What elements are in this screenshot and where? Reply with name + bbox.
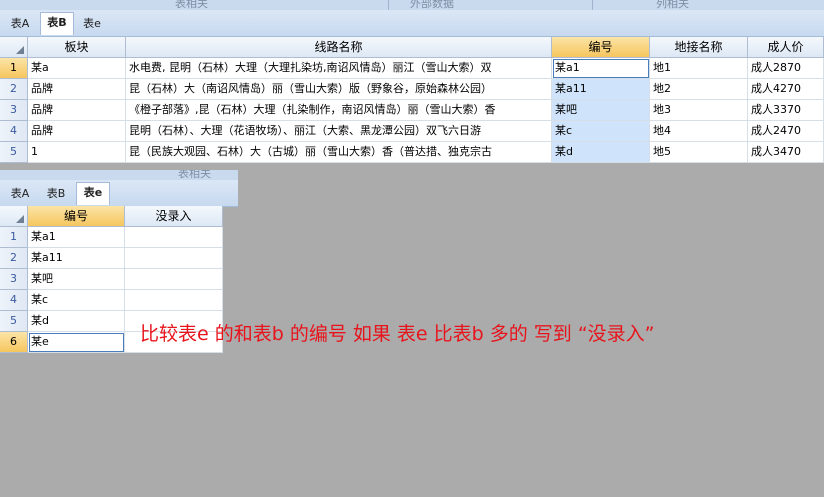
column-header-agency[interactable]: 地接名称 [650,37,748,58]
lower-ribbon-strip: 表相关 [0,170,238,180]
row-header[interactable]: 6 [0,332,28,353]
grid-cell[interactable]: 水电费, 昆明（石林）大理（大理扎染坊,南诏风情岛）丽江（雪山大索）双 [126,58,552,79]
grid-cell[interactable]: 品牌 [28,121,126,142]
grid-cell[interactable]: 某d [28,311,125,332]
grid-cell[interactable]: 成人3470 [748,142,824,163]
grid-cell[interactable]: 地4 [650,121,748,142]
column-header-code[interactable]: 编号 [28,206,125,227]
grid-cell[interactable]: 地2 [650,79,748,100]
grid-cell[interactable]: 某a1 [28,227,125,248]
grid-cell[interactable]: 某c [28,290,125,311]
lower-sheet-tabbar: 表A 表B 表e [0,180,238,207]
ribbon-separator [388,0,389,10]
grid-cell[interactable]: 昆明（石林）、大理（花语牧场）、丽江（大索、黑龙潭公园）双飞六日游 [126,121,552,142]
select-all-corner[interactable] [0,206,28,227]
grid-cell[interactable]: 《橙子部落》,昆（石林）大理（扎染制作，南诏风情岛）丽（雪山大索）香 [126,100,552,121]
tab-table-a[interactable]: 表A [4,14,36,34]
column-header-code[interactable]: 编号 [552,37,650,58]
grid-cell[interactable]: 成人3370 [748,100,824,121]
column-header-block[interactable]: 板块 [28,37,126,58]
column-header-route[interactable]: 线路名称 [126,37,552,58]
grid-cell[interactable]: 品牌 [28,79,126,100]
row-header[interactable]: 5 [0,142,28,163]
active-grid-cell[interactable]: 某e [28,332,125,353]
upper-sheet-tabbar: 表A 表B 表e [0,10,824,37]
ribbon-group-columns: 列相关 [656,0,689,10]
row-header[interactable]: 2 [0,79,28,100]
row-header[interactable]: 1 [0,58,28,79]
grid-cell[interactable] [125,269,223,290]
row-header[interactable]: 5 [0,311,28,332]
grid-cell[interactable]: 某吧 [28,269,125,290]
row-header[interactable]: 4 [0,290,28,311]
grid-cell[interactable]: 某c [552,121,650,142]
grid-cell[interactable]: 某d [552,142,650,163]
row-header[interactable]: 1 [0,227,28,248]
grid-cell[interactable]: 成人2870 [748,58,824,79]
active-grid-cell[interactable]: 某a1 [552,58,650,79]
grid-cell[interactable]: 某a11 [28,248,125,269]
ribbon-group-table: 表相关 [178,170,211,180]
grid-cell[interactable]: 地1 [650,58,748,79]
row-header[interactable]: 3 [0,100,28,121]
tab-table-b[interactable]: 表B [40,184,72,204]
grid-cell[interactable]: 某a11 [552,79,650,100]
grid-cell[interactable]: 成人2470 [748,121,824,142]
row-header[interactable]: 4 [0,121,28,142]
tab-table-e[interactable]: 表e [76,182,110,205]
grid-cell[interactable]: 地5 [650,142,748,163]
select-all-corner[interactable] [0,37,28,58]
grid-cell[interactable]: 昆（石林）大（南诏风情岛）丽（雪山大索）版（野象谷，原始森林公园） [126,79,552,100]
grid-cell[interactable]: 昆（民族大观园、石林）大（古城）丽（雪山大索）香（普达措、独克宗古 [126,142,552,163]
ribbon-group-table: 表相关 [175,0,208,10]
row-header[interactable]: 2 [0,248,28,269]
grid-cell[interactable]: 成人4270 [748,79,824,100]
grid-cell[interactable] [125,227,223,248]
grid-cell[interactable]: 品牌 [28,100,126,121]
ribbon-group-labels: 表相关 外部数据 列相关 [0,0,824,10]
tab-table-a[interactable]: 表A [4,184,36,204]
upper-data-grid: 板块 线路名称 编号 地接名称 成人价 1 某a 水电费, 昆明（石林）大理（大… [0,37,824,163]
ribbon-group-external-data: 外部数据 [410,0,454,10]
grid-cell[interactable]: 1 [28,142,126,163]
ribbon-separator [592,0,593,10]
tab-table-e[interactable]: 表e [76,14,108,34]
grid-cell[interactable] [125,290,223,311]
annotation-text: 比较表e 的和表b 的编号 如果 表e 比表b 多的 写到 “没录入” [140,323,655,345]
grid-cell[interactable]: 地3 [650,100,748,121]
grid-cell[interactable]: 某吧 [552,100,650,121]
tab-table-b[interactable]: 表B [40,12,74,35]
row-header[interactable]: 3 [0,269,28,290]
grid-cell[interactable]: 某a [28,58,126,79]
column-header-not-entered[interactable]: 没录入 [125,206,223,227]
grid-cell[interactable] [125,248,223,269]
column-header-adult-price[interactable]: 成人价 [748,37,824,58]
